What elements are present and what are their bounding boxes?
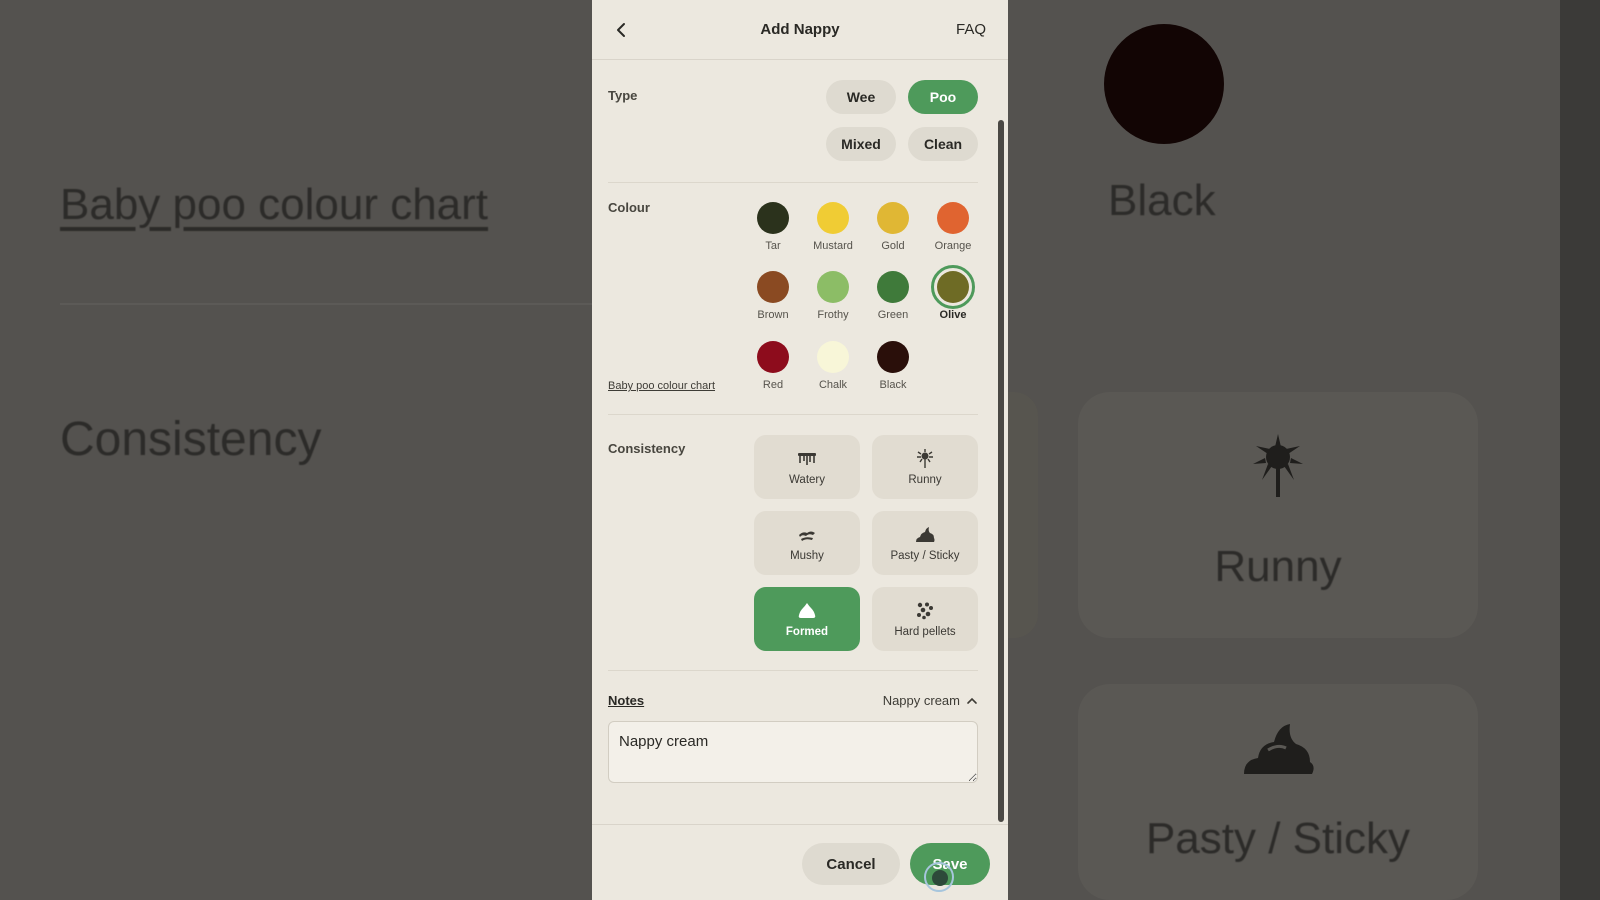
section-divider [608, 670, 978, 671]
colour-swatch-dot[interactable] [817, 202, 849, 234]
modal-header: Add Nappy FAQ [592, 0, 1008, 60]
colour-swatch-dot[interactable] [757, 202, 789, 234]
formed-icon [798, 603, 816, 618]
colour-swatch-dot[interactable] [757, 271, 789, 303]
background-consistency-heading: Consistency [60, 413, 322, 466]
runny-icon [1253, 434, 1303, 497]
watery-icon [798, 453, 816, 465]
colour-swatch-label: Orange [934, 240, 972, 252]
colour-swatch-label: Green [877, 309, 909, 321]
colour-swatch-label: Black [879, 379, 907, 391]
consistency-option-watery[interactable]: Watery [754, 435, 860, 499]
type-option-poo[interactable]: Poo [908, 80, 978, 114]
consistency-option-label: Formed [785, 626, 829, 638]
colour-swatch-label: Gold [881, 240, 905, 252]
background-card-pasty: Pasty / Sticky [1078, 684, 1478, 900]
colour-chart-link[interactable]: Baby poo colour chart [608, 380, 715, 392]
background-edge [1560, 0, 1600, 900]
cancel-button[interactable]: Cancel [802, 843, 900, 885]
consistency-option-label: Hard pellets [894, 626, 956, 638]
consistency-option-mushy[interactable]: Mushy [754, 511, 860, 575]
type-option-wee[interactable]: Wee [826, 80, 896, 114]
colour-swatch-dot[interactable] [931, 265, 975, 309]
type-option-mixed[interactable]: Mixed [826, 127, 896, 161]
section-divider [608, 414, 978, 415]
background-black-label: Black [1108, 176, 1216, 225]
colour-swatch-orange[interactable]: Orange [923, 202, 983, 252]
colour-swatch-label: Olive [939, 309, 967, 321]
background-chart-link: Baby poo colour chart [60, 180, 489, 229]
section-divider [608, 182, 978, 183]
consistency-option-hard-pellets[interactable]: Hard pellets [872, 587, 978, 651]
faq-link[interactable]: FAQ [956, 21, 986, 38]
colour-swatch-mustard[interactable]: Mustard [803, 202, 863, 252]
colour-swatch-black[interactable]: Black [863, 341, 923, 391]
background-card-runny-label: Runny [1214, 542, 1342, 591]
colour-swatch-gold[interactable]: Gold [863, 202, 923, 252]
consistency-option-label: Pasty / Sticky [890, 550, 960, 562]
colour-swatch-label: Brown [757, 309, 789, 321]
background-divider [60, 303, 592, 305]
consistency-option-label: Mushy [790, 550, 824, 562]
colour-swatch-green[interactable]: Green [863, 271, 923, 321]
colour-swatch-label: Chalk [818, 379, 848, 391]
modal-footer: Cancel Save [592, 824, 1008, 900]
colour-swatch-label: Mustard [813, 240, 853, 252]
notes-toggle-label: Nappy cream [882, 693, 960, 708]
colour-label: Colour [608, 200, 650, 215]
consistency-option-runny[interactable]: Runny [872, 435, 978, 499]
colour-swatch-tar[interactable]: Tar [743, 202, 803, 252]
consistency-option-label: Watery [789, 474, 825, 486]
scrollbar[interactable] [998, 120, 1004, 822]
colour-swatch-dot[interactable] [817, 271, 849, 303]
add-nappy-modal: Add Nappy FAQ Type Wee Poo Mixed Clean C… [592, 0, 1008, 900]
colour-swatch-chalk[interactable]: Chalk [803, 341, 863, 391]
colour-swatch-dot[interactable] [877, 202, 909, 234]
colour-swatch-dot[interactable] [757, 341, 789, 373]
background-card-runny: Runny [1078, 392, 1478, 638]
colour-swatch-dot[interactable] [877, 341, 909, 373]
pellets-icon [917, 602, 933, 620]
background-black-swatch [1104, 24, 1224, 144]
chevron-up-icon [967, 697, 977, 704]
modal-title: Add Nappy [760, 21, 840, 38]
touch-indicator-core [932, 870, 948, 886]
colour-swatch-red[interactable]: Red [743, 341, 803, 391]
colour-swatch-label: Frothy [817, 309, 849, 321]
consistency-label: Consistency [608, 441, 686, 456]
colour-swatch-dot[interactable] [937, 202, 969, 234]
colour-swatch-olive[interactable]: Olive [923, 265, 983, 321]
consistency-option-label: Runny [908, 474, 942, 486]
colour-swatch-frothy[interactable]: Frothy [803, 271, 863, 321]
colour-swatch-label: Red [762, 379, 784, 391]
colour-swatch-dot[interactable] [877, 271, 909, 303]
colour-swatch-dot[interactable] [817, 341, 849, 373]
pasty-icon [916, 527, 935, 542]
background-card-pasty-label: Pasty / Sticky [1145, 814, 1411, 863]
notes-input[interactable]: Nappy cream [608, 721, 978, 783]
colour-swatch-label: Tar [765, 240, 781, 252]
notes-toggle[interactable]: Nappy cream [883, 693, 978, 708]
background-card-edge [1008, 392, 1038, 638]
consistency-option-pasty[interactable]: Pasty / Sticky [872, 511, 978, 575]
type-option-clean[interactable]: Clean [908, 127, 978, 161]
colour-swatch-brown[interactable]: Brown [743, 271, 803, 321]
notes-label[interactable]: Notes [608, 693, 644, 708]
runny-icon [917, 449, 933, 468]
consistency-option-formed[interactable]: Formed [754, 587, 860, 651]
mushy-icon [799, 531, 815, 541]
type-label: Type [608, 88, 638, 103]
pasty-icon [1244, 724, 1314, 774]
